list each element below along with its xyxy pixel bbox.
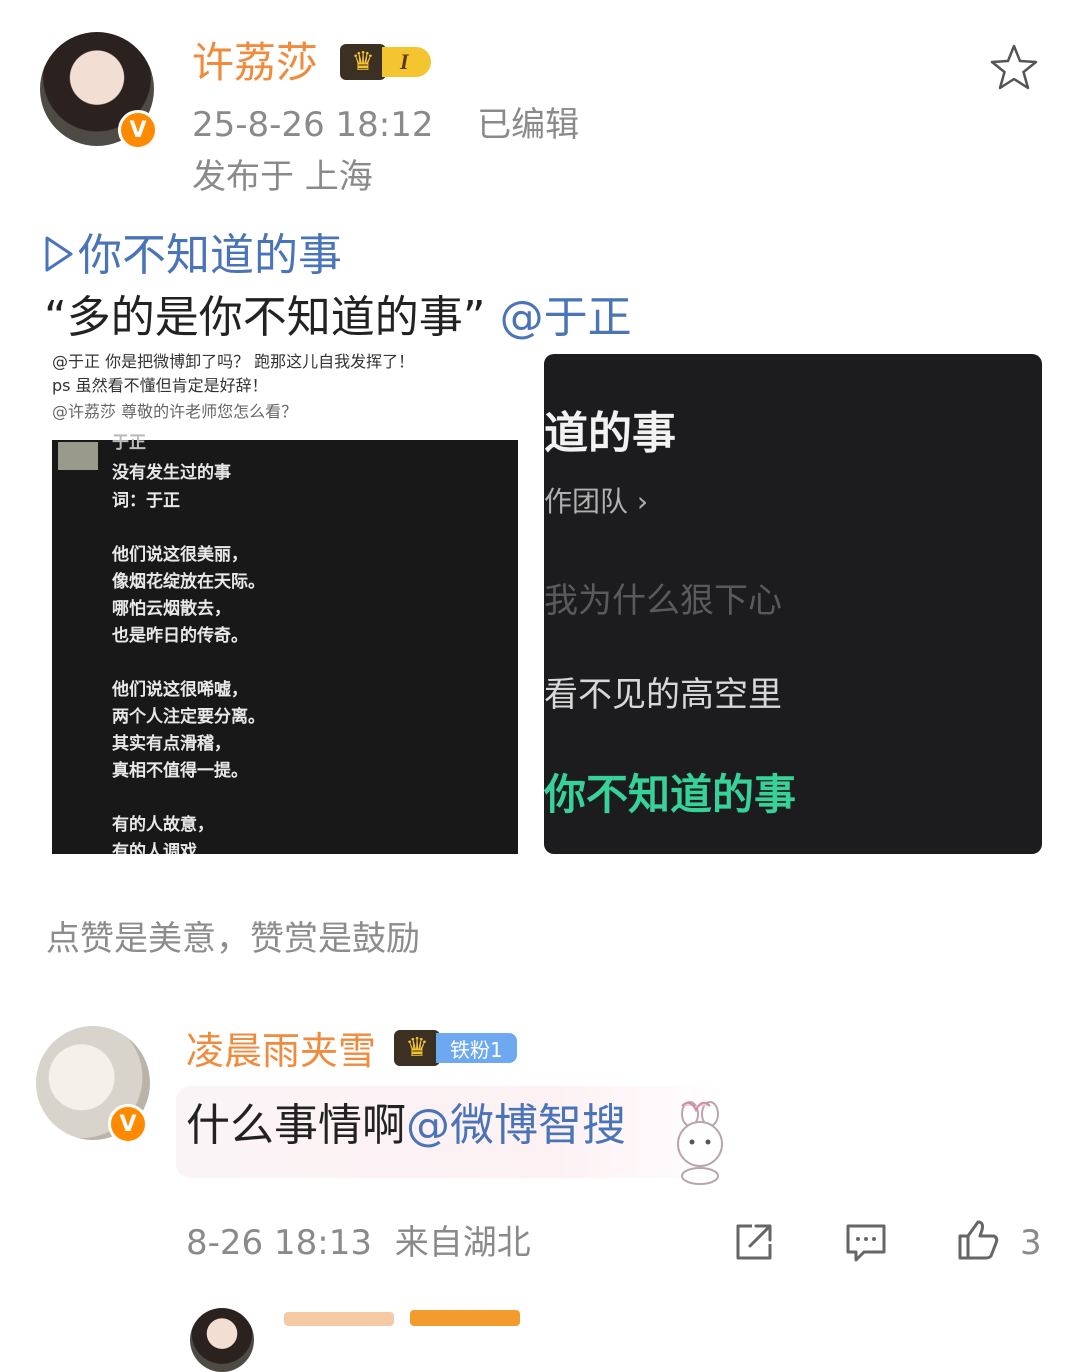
author-name[interactable]: 许荔莎	[192, 42, 318, 84]
player-current-lyric: 你不知道的事	[544, 770, 797, 819]
reward-slogan: 点赞是美意，赞赏是鼓励	[46, 919, 420, 959]
image-caption: @许荔莎 尊敬的许老师您怎么看？	[52, 402, 298, 421]
lyric-line: 他们说这很唏嘘，	[112, 680, 248, 700]
post-text: “多的是你不知道的事” @于正	[44, 296, 632, 340]
comment-time: 8-26 18:13	[186, 1223, 372, 1263]
comment-body: 什么事情啊	[186, 1100, 406, 1151]
comment-meta: 8-26 18:13 来自湖北	[186, 1226, 531, 1260]
crown-icon: ♛	[394, 1030, 440, 1066]
lyric-line: 真相不值得一提。	[112, 761, 248, 781]
verified-v-icon: V	[118, 110, 158, 150]
comment-icon[interactable]	[842, 1218, 890, 1266]
player-lyric-line: 看不见的高空里	[544, 675, 782, 715]
player-song-title: 道的事	[544, 408, 676, 459]
star-outline-icon[interactable]	[988, 42, 1040, 94]
mention-link[interactable]: @微博智搜	[406, 1100, 626, 1151]
player-team: 作团队 ›	[544, 485, 649, 518]
fan-badge[interactable]: ♛ 铁粉1	[394, 1028, 517, 1068]
next-comment-avatar[interactable]	[190, 1308, 254, 1372]
member-level-badge[interactable]: ♛ I	[340, 42, 431, 82]
lyric-header: 于正	[112, 433, 146, 453]
post-image-lyrics[interactable]: @于正 你是把微博卸了吗？ 跑那这儿自我发挥了！ ps 虽然看不懂但肯定是好辞！…	[48, 352, 526, 854]
level-label: I	[382, 47, 431, 77]
music-thumbnail	[58, 442, 98, 470]
lyric-line: 哪怕云烟散去，	[112, 599, 231, 619]
comment-source: 来自湖北	[394, 1223, 531, 1263]
post-location: 发布于 上海	[192, 157, 373, 197]
bunny-sticker-icon	[677, 1101, 723, 1185]
edited-label[interactable]: 已编辑	[477, 105, 579, 145]
crown-icon: ♛	[340, 44, 386, 80]
quote-text: “多的是你不知道的事”	[44, 292, 486, 343]
share-icon[interactable]	[730, 1218, 778, 1266]
verified-v-icon: V	[108, 1104, 148, 1144]
fan-badge-label: 铁粉1	[436, 1033, 517, 1063]
lyric-line: 没有发生过的事	[112, 463, 231, 483]
lyric-line: 他们说这很美丽，	[112, 545, 248, 565]
lyric-line: 也是昨日的传奇。	[112, 626, 248, 646]
lyrics-panel: 于正 没有发生过的事 词：于正 他们说这很美丽， 像烟花绽放在天际。 哪怕云烟散…	[52, 433, 518, 854]
lyric-line: 其实有点滑稽，	[112, 734, 231, 754]
song-link[interactable]: 你不知道的事	[44, 234, 342, 278]
like-count: 3	[1020, 1223, 1042, 1263]
lyric-line: 有的人调戏	[112, 842, 197, 854]
lyric-line: 词：于正	[112, 491, 180, 511]
image-caption: @于正 你是把微博卸了吗？ 跑那这儿自我发挥了！	[52, 352, 415, 371]
lyric-line: 像烟花绽放在天际。	[112, 572, 265, 592]
play-icon	[45, 236, 73, 272]
player-lyric-line: 我为什么狠下心	[544, 581, 782, 621]
mention-link[interactable]: @于正	[500, 292, 632, 343]
post-timestamp: 25-8-26 18:12 已编辑	[192, 108, 579, 142]
song-link-label: 你不知道的事	[78, 230, 342, 281]
thumb-up-icon[interactable]	[954, 1216, 1002, 1264]
post-time: 25-8-26 18:12	[192, 105, 434, 145]
post-image-player[interactable]: 道的事 作团队 › 我为什么狠下心 看不见的高空里 你不知道的事	[544, 354, 1042, 854]
comment-text: 什么事情啊@微博智搜	[186, 1104, 626, 1148]
lyric-line: 两个人注定要分离。	[112, 707, 265, 727]
lyric-line: 有的人故意，	[112, 815, 214, 835]
commenter-name[interactable]: 凌晨雨夹雪	[186, 1032, 376, 1070]
image-caption: ps 虽然看不懂但肯定是好辞！	[52, 376, 268, 395]
